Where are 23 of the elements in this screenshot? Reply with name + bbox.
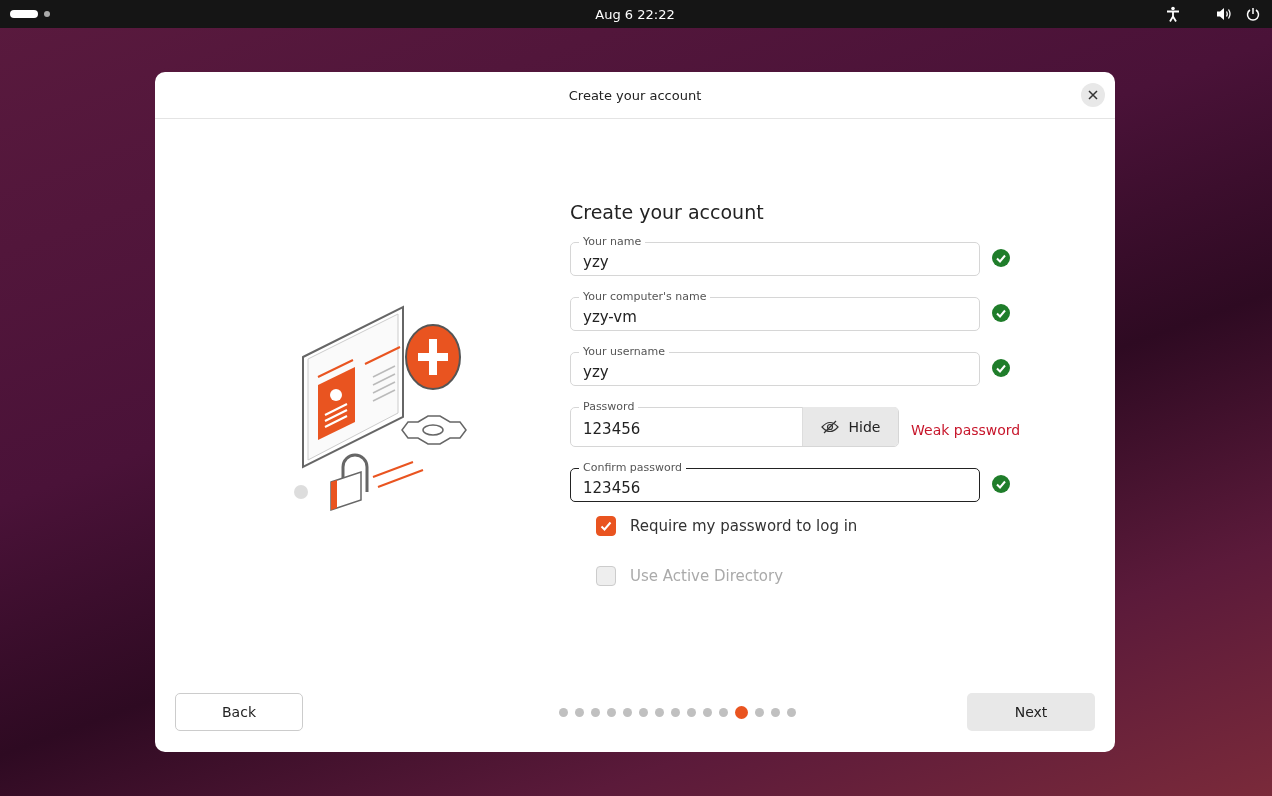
- clock[interactable]: Aug 6 22:22: [595, 6, 675, 22]
- workspace-dot-icon[interactable]: [44, 11, 50, 17]
- checkbox-option[interactable]: Require my password to log in: [596, 516, 1115, 536]
- close-button[interactable]: [1081, 83, 1105, 107]
- checkmark-icon: [599, 519, 613, 533]
- accessibility-icon[interactable]: [1166, 6, 1180, 22]
- password-strength-text: Weak password: [911, 422, 1021, 438]
- back-button[interactable]: Back: [175, 693, 303, 731]
- password-field[interactable]: Password 123456 Hide: [570, 400, 899, 447]
- checkbox[interactable]: [596, 516, 616, 536]
- next-button[interactable]: Next: [967, 693, 1095, 731]
- input-field[interactable]: Your name yzy: [570, 235, 980, 276]
- input-field[interactable]: Your computer's name yzy-vm: [570, 290, 980, 331]
- form-heading: Create your account: [570, 201, 765, 223]
- workspace-indicator-icon[interactable]: [10, 10, 38, 18]
- close-icon: [1088, 90, 1098, 100]
- input-field[interactable]: Your username yzy: [570, 345, 980, 386]
- hide-password-button[interactable]: Hide: [802, 407, 898, 446]
- volume-icon[interactable]: [1216, 7, 1232, 21]
- eye-crossed-icon: [820, 419, 839, 434]
- input-field[interactable]: Confirm password 123456: [570, 461, 980, 502]
- window-title: Create your account: [568, 87, 702, 103]
- power-icon[interactable]: [1246, 7, 1260, 21]
